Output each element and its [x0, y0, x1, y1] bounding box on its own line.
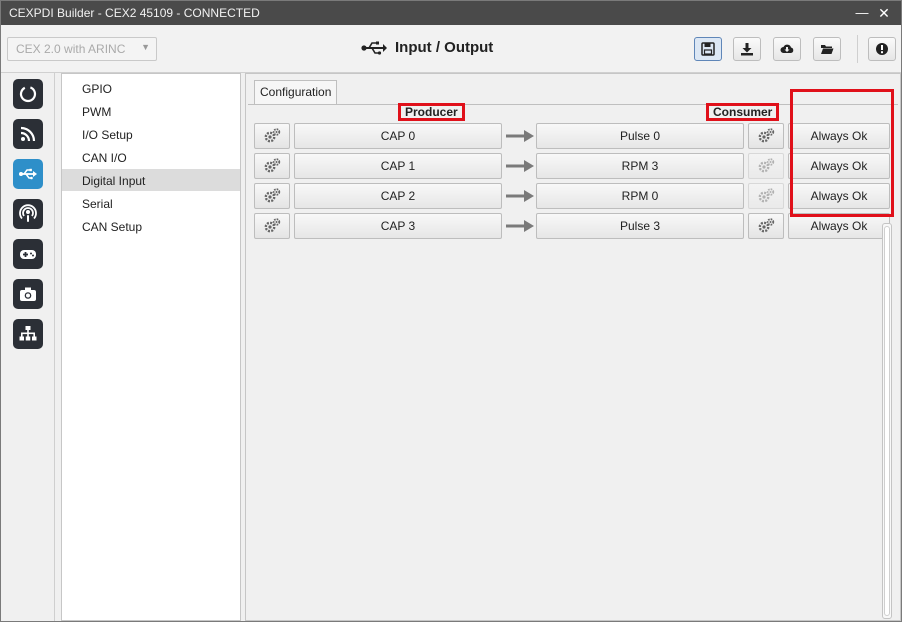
page-title: Input / Output — [395, 39, 494, 56]
cloud-download-icon — [780, 44, 794, 53]
producer-field[interactable]: CAP 0 — [294, 123, 502, 149]
tab-configuration[interactable]: Configuration — [254, 80, 338, 104]
gears-icon — [758, 158, 775, 173]
gears-icon — [264, 188, 281, 203]
status-field[interactable]: Always Ok — [788, 183, 890, 209]
chevron-down-icon: ▼ — [141, 42, 150, 52]
consumer-settings-button[interactable] — [748, 213, 784, 239]
close-button[interactable]: ✕ — [875, 4, 893, 22]
producer-settings-button[interactable] — [254, 213, 290, 239]
consumer-field[interactable]: Pulse 0 — [536, 123, 744, 149]
title-bar: CEXPDI Builder - CEX2 45109 - CONNECTED … — [1, 1, 901, 25]
vertical-scrollbar[interactable] — [882, 223, 892, 619]
consumer-settings-button[interactable] — [748, 183, 784, 209]
submenu-item-io-setup[interactable]: I/O Setup — [62, 123, 240, 145]
minimize-button[interactable]: — — [853, 4, 871, 22]
download-button[interactable] — [733, 37, 761, 61]
consumer-settings-button[interactable] — [748, 153, 784, 179]
status-field[interactable]: Always Ok — [788, 213, 890, 239]
arrow-right-icon — [506, 160, 534, 172]
module-sidebar — [1, 73, 55, 621]
configuration-panel: Producer Consumer CAP 0 Pulse 0 Always O… — [248, 89, 898, 620]
scrollbar-thumb[interactable] — [884, 226, 890, 616]
table-row: CAP 0 Pulse 0 Always Ok — [254, 123, 894, 149]
camera-button[interactable] — [13, 279, 43, 309]
submenu-item-can-io[interactable]: CAN I/O — [62, 146, 240, 168]
camera-icon — [20, 287, 36, 301]
producer-settings-button[interactable] — [254, 183, 290, 209]
consumer-field[interactable]: RPM 3 — [536, 153, 744, 179]
device-select[interactable]: CEX 2.0 with ARINC ▼ — [7, 37, 157, 61]
input-output-button[interactable] — [13, 159, 43, 189]
gears-icon — [264, 218, 281, 233]
producer-field[interactable]: CAP 2 — [294, 183, 502, 209]
joystick-button[interactable] — [13, 239, 43, 269]
rss-icon — [20, 126, 36, 142]
gears-icon — [758, 188, 775, 203]
consumer-settings-button[interactable] — [748, 123, 784, 149]
save-icon — [701, 42, 715, 56]
submenu-item-pwm[interactable]: PWM — [62, 100, 240, 122]
status-field[interactable]: Always Ok — [788, 153, 890, 179]
submenu-item-can-setup[interactable]: CAN Setup — [62, 215, 240, 237]
usb-icon — [19, 168, 37, 180]
arrow-right-icon — [506, 190, 534, 202]
gears-icon — [758, 128, 775, 143]
arrow-right-icon — [506, 220, 534, 232]
open-folder-button[interactable] — [813, 37, 841, 61]
sitemap-icon — [19, 326, 37, 341]
window-title: CEXPDI Builder - CEX2 45109 - CONNECTED — [9, 6, 260, 20]
usb-icon — [361, 41, 387, 55]
digital-input-grid: Producer Consumer CAP 0 Pulse 0 Always O… — [254, 89, 894, 619]
status-field[interactable]: Always Ok — [788, 123, 890, 149]
download-icon — [741, 43, 753, 56]
producer-field[interactable]: CAP 3 — [294, 213, 502, 239]
consumer-field[interactable]: Pulse 3 — [536, 213, 744, 239]
submenu-item-digital-input[interactable]: Digital Input — [62, 169, 240, 191]
folder-open-icon — [821, 45, 834, 54]
submenu-item-serial[interactable]: Serial — [62, 192, 240, 214]
producer-header: Producer — [398, 103, 465, 121]
toolbar: CEX 2.0 with ARINC ▼ Input / Output — [1, 25, 901, 73]
podcast-icon — [19, 204, 37, 222]
cloud-download-button[interactable] — [773, 37, 801, 61]
gamepad-icon — [20, 250, 36, 259]
broadcast-button[interactable] — [13, 199, 43, 229]
consumer-field[interactable]: RPM 0 — [536, 183, 744, 209]
toolbar-separator — [857, 35, 858, 63]
app-window: CEXPDI Builder - CEX2 45109 - CONNECTED … — [0, 0, 902, 622]
gears-icon — [758, 218, 775, 233]
producer-settings-button[interactable] — [254, 153, 290, 179]
info-button[interactable] — [868, 37, 896, 61]
consumer-header: Consumer — [706, 103, 780, 121]
network-button[interactable] — [13, 319, 43, 349]
power-icon — [19, 85, 37, 103]
page-heading: Input / Output — [361, 39, 493, 56]
table-row: CAP 2 RPM 0 Always Ok — [254, 183, 894, 209]
gears-icon — [264, 158, 281, 173]
gears-icon — [264, 128, 281, 143]
io-submenu: GPIO PWM I/O Setup CAN I/O Digital Input… — [61, 73, 241, 621]
save-button[interactable] — [694, 37, 722, 61]
submenu-item-gpio[interactable]: GPIO — [62, 77, 240, 99]
table-row: CAP 3 Pulse 3 Always Ok — [254, 213, 894, 239]
producer-field[interactable]: CAP 1 — [294, 153, 502, 179]
device-select-value: CEX 2.0 with ARINC — [16, 42, 126, 56]
power-button[interactable] — [13, 79, 43, 109]
main-content: Configuration Producer Consumer CAP 0 Pu… — [245, 73, 901, 621]
arrow-right-icon — [506, 130, 534, 142]
producer-settings-button[interactable] — [254, 123, 290, 149]
table-row: CAP 1 RPM 3 Always Ok — [254, 153, 894, 179]
telemetry-button[interactable] — [13, 119, 43, 149]
info-icon — [876, 43, 888, 55]
